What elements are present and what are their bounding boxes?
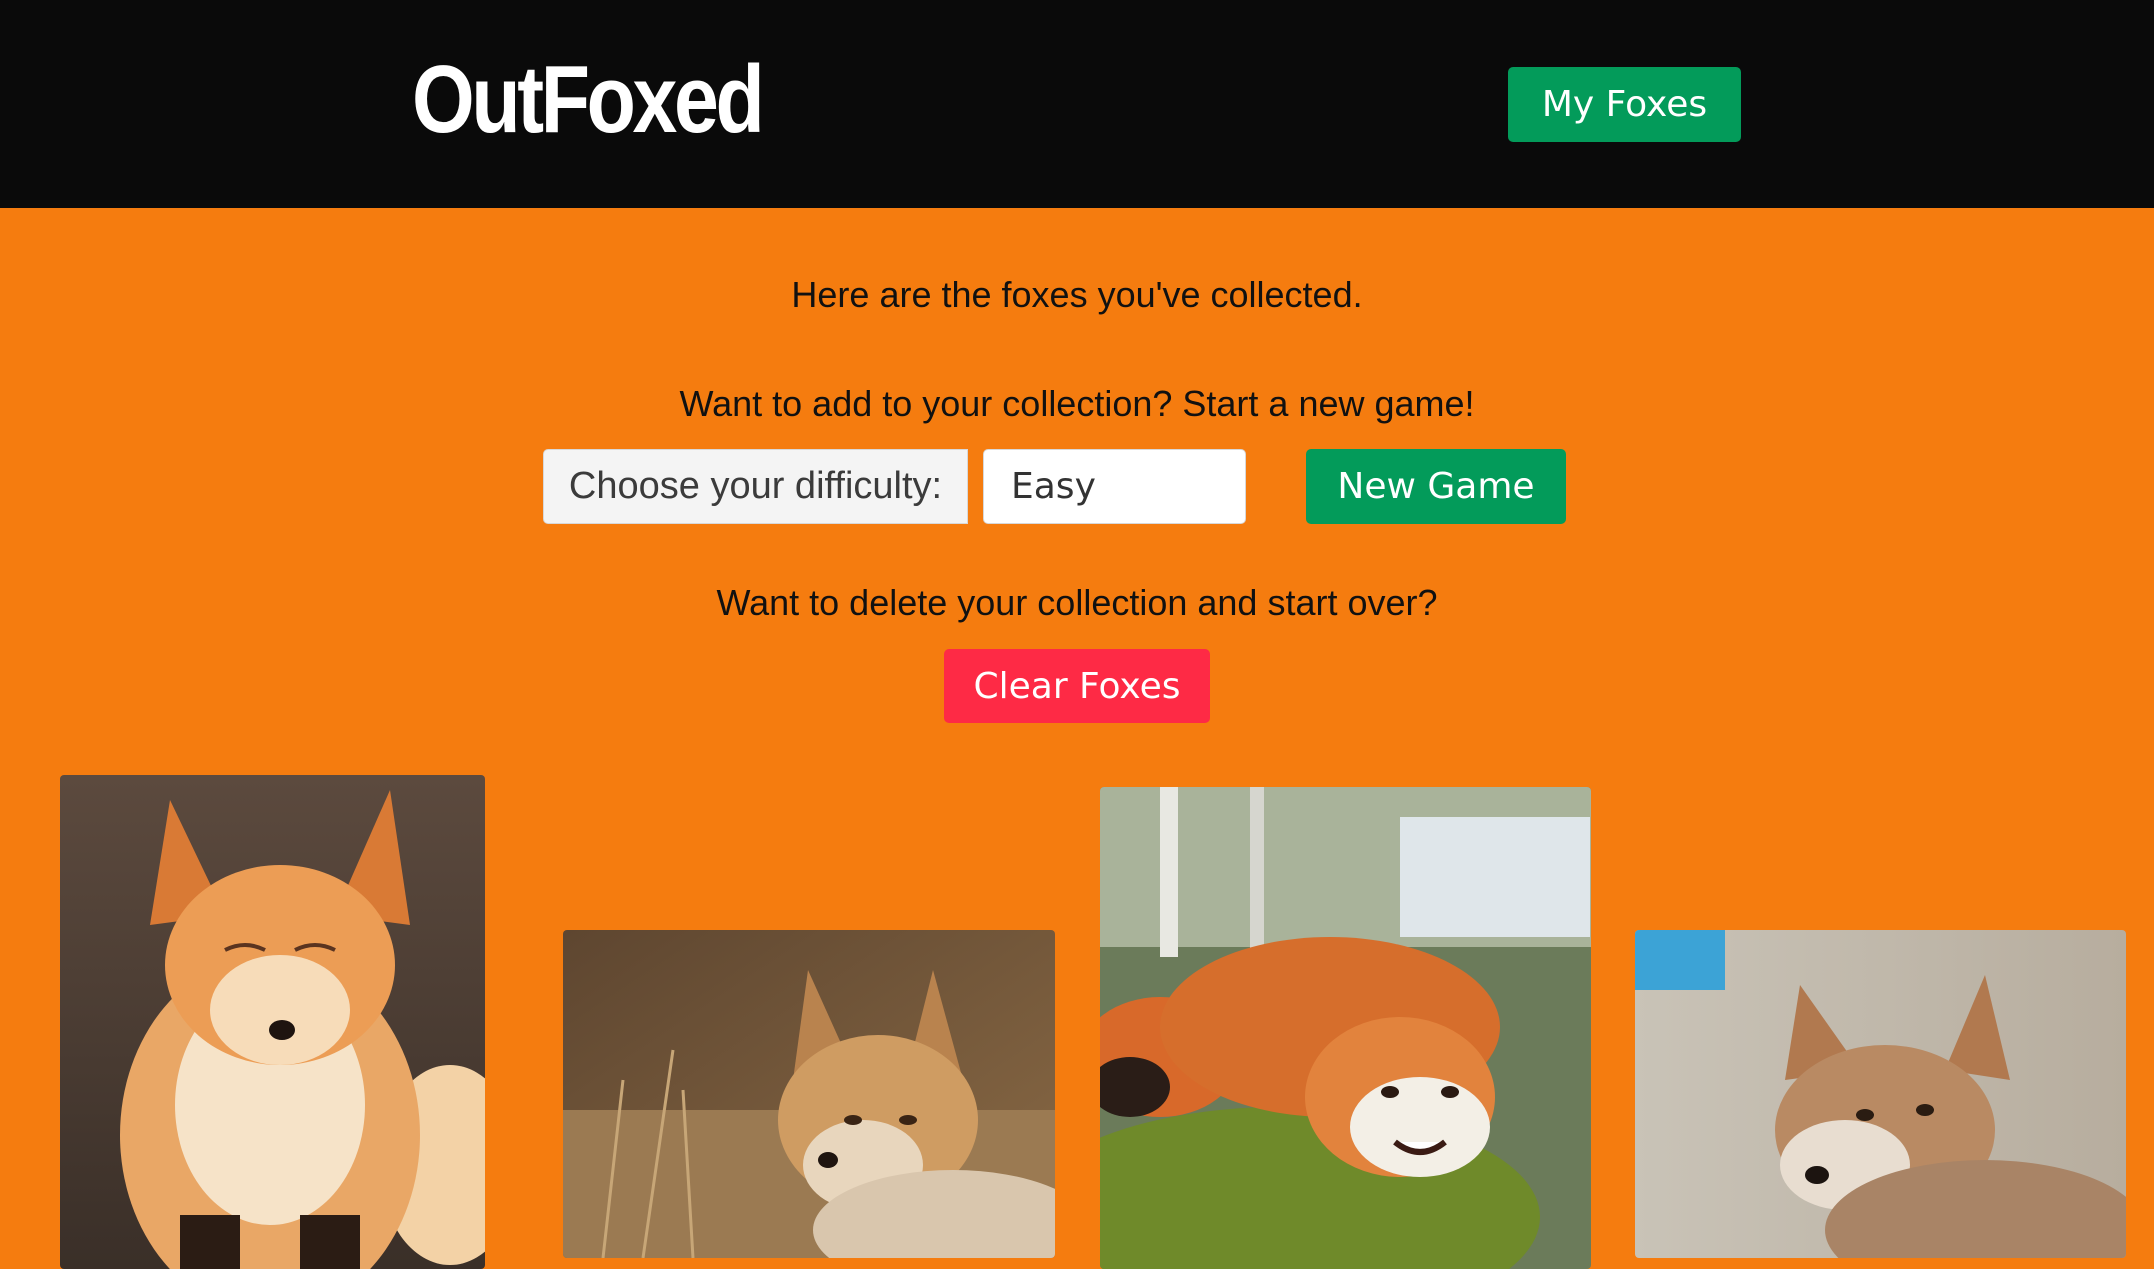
fox-photo [563,930,1055,1258]
difficulty-label: Choose your difficulty: [543,449,968,524]
difficulty-select[interactable]: Easy [983,449,1246,524]
navbar: OutFoxed My Foxes [0,0,2154,208]
my-foxes-button[interactable]: My Foxes [1508,67,1741,142]
clear-foxes-button[interactable]: Clear Foxes [944,649,1210,723]
fox-photo [1635,930,2126,1258]
fox-photo [60,775,485,1269]
add-collection-text: Want to add to your collection? Start a … [679,383,1475,424]
brand-logo[interactable]: OutFoxed [412,52,765,148]
delete-collection-text: Want to delete your collection and start… [716,582,1438,623]
fox-photo [1100,787,1591,1269]
new-game-button[interactable]: New Game [1306,449,1566,524]
collected-text: Here are the foxes you've collected. [791,274,1363,315]
